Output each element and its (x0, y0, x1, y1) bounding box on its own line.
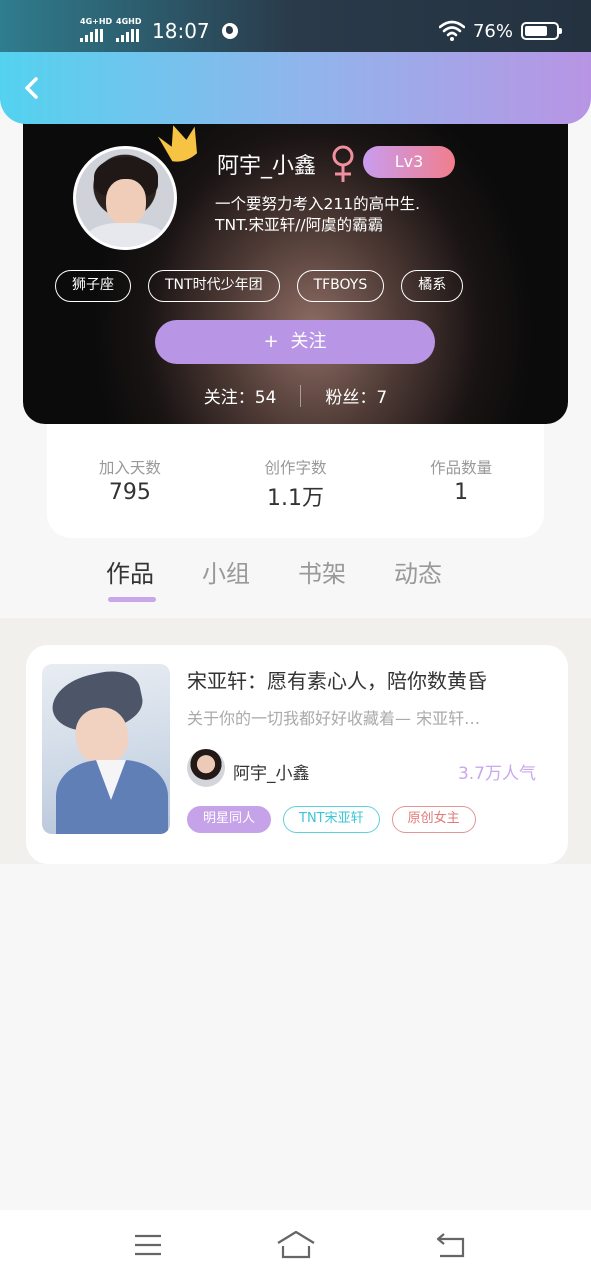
clock: 18:07 (152, 19, 210, 43)
stat-works-count: 作品数量 1 (378, 424, 544, 538)
work-cover-image[interactable] (42, 664, 170, 834)
profile-tag[interactable]: 橘系 (401, 270, 464, 302)
menu-icon[interactable] (128, 1228, 168, 1262)
divider (300, 384, 302, 407)
wifi-icon (438, 20, 465, 41)
profile-tags: 狮子座 TNT时代少年团 TFBOYS 橘系 (55, 270, 464, 302)
stats-card: 加入天数 795 创作字数 1.1万 作品数量 1 (47, 424, 544, 538)
work-card[interactable]: 宋亚轩：愿有素心人，陪你数黄昏 关于你的一切我都好好收藏着— 宋亚轩… 阿宇_小… (26, 645, 568, 864)
follow-button[interactable]: + 关注 (155, 320, 435, 364)
home-icon[interactable] (276, 1228, 316, 1262)
signal-icon-1: 4G+HD (78, 18, 112, 44)
profile-tag[interactable]: TFBOYS (296, 270, 385, 302)
profile-tag[interactable]: 狮子座 (55, 270, 131, 302)
chevron-left-icon (25, 77, 38, 99)
stat-label: 加入天数 (98, 459, 161, 477)
work-tag[interactable]: 原创女主 (391, 806, 476, 833)
stat-join-days: 加入天数 795 (47, 424, 213, 538)
crown-icon (157, 125, 197, 162)
system-nav-bar (0, 1210, 591, 1280)
follow-counts: 关注：54 粉丝：7 (23, 383, 568, 408)
stat-value: 1 (454, 480, 469, 505)
tab-bar: 作品 小组 书架 动态 (106, 554, 442, 602)
stat-label: 创作字数 (264, 459, 327, 477)
work-description: 关于你的一切我都好好收藏着— 宋亚轩… (187, 709, 481, 728)
popularity-count: 3.7万人气 (457, 764, 536, 784)
back-button[interactable] (16, 72, 48, 104)
tab-groups[interactable]: 小组 (202, 554, 250, 589)
followers-count[interactable]: 粉丝：7 (325, 383, 387, 408)
author-name[interactable]: 阿宇_小鑫 (233, 759, 310, 784)
female-icon (332, 145, 354, 182)
stat-label: 作品数量 (430, 459, 493, 477)
bio-line-2: TNT.宋亚轩//阿虞的霸霸 (215, 216, 384, 234)
stat-value: 795 (108, 480, 151, 505)
bio-line-1: 一个要努力考入211的高中生. (215, 195, 421, 213)
globe-icon (221, 23, 238, 39)
profile-card: 阿宇_小鑫 Lv3 一个要努力考入211的高中生. TNT.宋亚轩//阿虞的霸霸… (23, 100, 568, 424)
tab-bookshelf[interactable]: 书架 (298, 554, 346, 589)
author-avatar[interactable] (187, 749, 225, 787)
follow-label: 关注 (290, 331, 327, 352)
bio: 一个要努力考入211的高中生. TNT.宋亚轩//阿虞的霸霸 (215, 194, 515, 236)
work-tag[interactable]: TNT宋亚轩 (283, 806, 380, 833)
tab-activity[interactable]: 动态 (394, 554, 442, 589)
battery-percent: 76% (472, 20, 513, 42)
back-icon[interactable] (430, 1228, 470, 1262)
signal-icon-2: 4GHD (114, 18, 142, 44)
tab-works[interactable]: 作品 (106, 554, 156, 602)
profile-tag[interactable]: TNT时代少年团 (148, 270, 280, 302)
username: 阿宇_小鑫 (217, 154, 317, 179)
plus-icon: + (263, 331, 279, 352)
stat-value: 1.1万 (267, 486, 324, 511)
following-count[interactable]: 关注：54 (204, 383, 277, 408)
work-title[interactable]: 宋亚轩：愿有素心人，陪你数黄昏 (187, 665, 487, 694)
battery-icon (521, 22, 562, 40)
work-tag[interactable]: 明星同人 (187, 806, 272, 833)
stat-word-count: 创作字数 1.1万 (213, 424, 379, 538)
level-badge: Lv3 (363, 146, 455, 178)
header-bar (0, 52, 591, 124)
work-tags: 明星同人 TNT宋亚轩 原创女主 (187, 806, 476, 833)
